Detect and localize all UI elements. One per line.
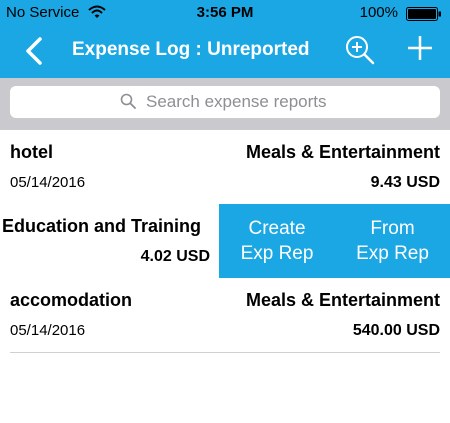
row-divider: [10, 352, 440, 353]
nav-bar: Expense Log : Unreported: [0, 26, 450, 78]
expense-amount: 4.02 USD: [140, 248, 210, 265]
create-exp-rep-button[interactable]: Create Exp Rep: [219, 204, 335, 278]
expense-date: 05/14/2016: [10, 174, 86, 191]
expense-category: Meals & Entertainment: [245, 142, 440, 162]
header: No Service 3:56 PM 100% Expense Log : Un…: [0, 0, 450, 78]
from-exp-rep-label-line1: From: [370, 218, 415, 239]
expense-amount: 540.00 USD: [352, 322, 440, 339]
expense-amount: 9.43 USD: [370, 174, 440, 191]
search-bar: Search expense reports: [0, 78, 450, 130]
expense-category: Meals & Entertainment: [245, 290, 440, 310]
status-bar: No Service 3:56 PM 100%: [0, 0, 450, 26]
from-exp-rep-button[interactable]: From Exp Rep: [335, 204, 450, 278]
expense-name: accomodation: [10, 290, 133, 310]
search-placeholder: Search expense reports: [146, 92, 327, 111]
battery-icon: [406, 7, 441, 21]
search-icon: [120, 93, 136, 109]
list-item[interactable]: hotel Meals & Entertainment 05/14/2016 9…: [0, 130, 450, 204]
back-chevron-icon[interactable]: [22, 36, 48, 66]
expense-name: Education and Training: [2, 216, 202, 236]
create-exp-rep-label-line1: Create: [248, 218, 306, 239]
search-input[interactable]: Search expense reports: [10, 86, 440, 118]
zoom-in-icon[interactable]: [344, 34, 376, 66]
battery-percent: 100%: [359, 4, 398, 21]
add-icon[interactable]: [407, 35, 433, 61]
list-item-swiped[interactable]: Education and Training 4.02 USD Create E…: [0, 204, 450, 278]
create-exp-rep-label-line2: Exp Rep: [240, 243, 314, 264]
list-item-content[interactable]: Education and Training 4.02 USD: [0, 204, 218, 278]
from-exp-rep-label-line2: Exp Rep: [356, 243, 429, 264]
expense-name: hotel: [10, 142, 53, 162]
list-item[interactable]: accomodation Meals & Entertainment 05/14…: [0, 278, 450, 352]
page-title: Expense Log : Unreported: [72, 39, 310, 60]
expense-date: 05/14/2016: [10, 322, 86, 339]
